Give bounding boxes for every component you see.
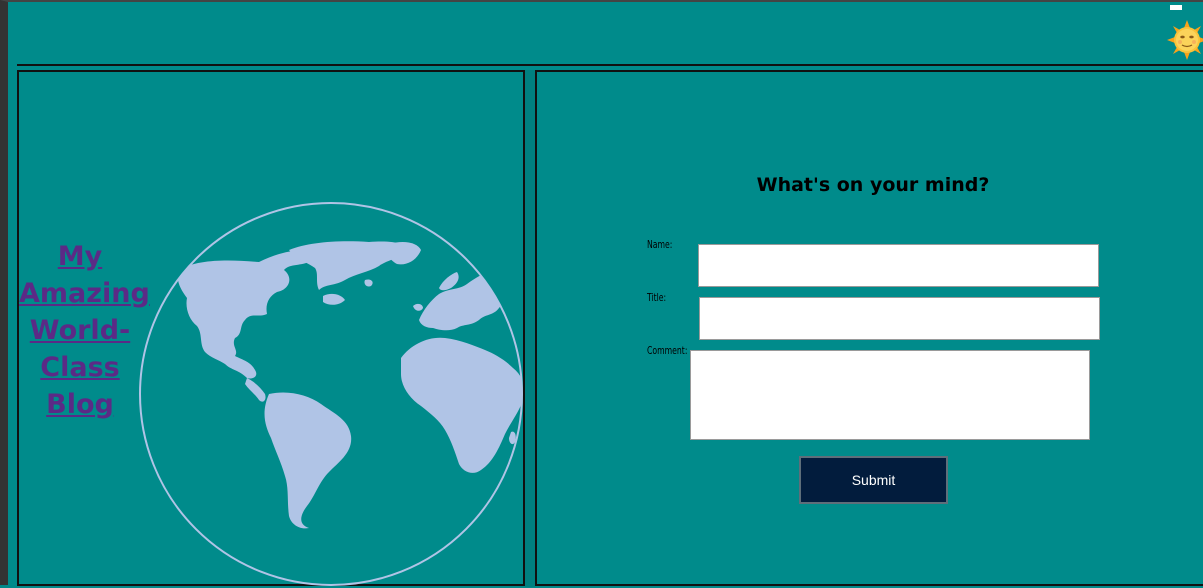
name-input[interactable] [698,244,1099,287]
form-heading: What's on your mind? [756,174,990,196]
comment-label: Comment: [647,344,688,357]
sun-with-face-icon[interactable] [1167,20,1203,60]
panel-divider [525,70,535,587]
blog-title-line: Class [40,352,120,383]
blog-title-link[interactable]: My Amazing World- Class Blog [19,238,150,423]
blog-title-line: My [57,241,103,272]
comment-textarea[interactable] [690,350,1090,440]
title-label: Title: [647,291,667,304]
blog-title-line: World- [29,315,131,346]
world-map-globe-icon [139,202,523,586]
top-header [17,4,1203,66]
submit-button[interactable]: Submit [799,456,948,504]
small-white-marker [1170,5,1182,10]
blog-hero-panel: My Amazing World- Class Blog [17,70,525,586]
blog-title-line: Blog [46,389,114,420]
title-input[interactable] [699,297,1100,340]
comment-form-panel: What's on your mind? Name: Title: Commen… [535,70,1203,586]
name-label: Name: [647,238,673,251]
blog-title-line: Amazing [19,278,150,309]
page-frame: My Amazing World- Class Blog What's on y… [0,0,1203,587]
